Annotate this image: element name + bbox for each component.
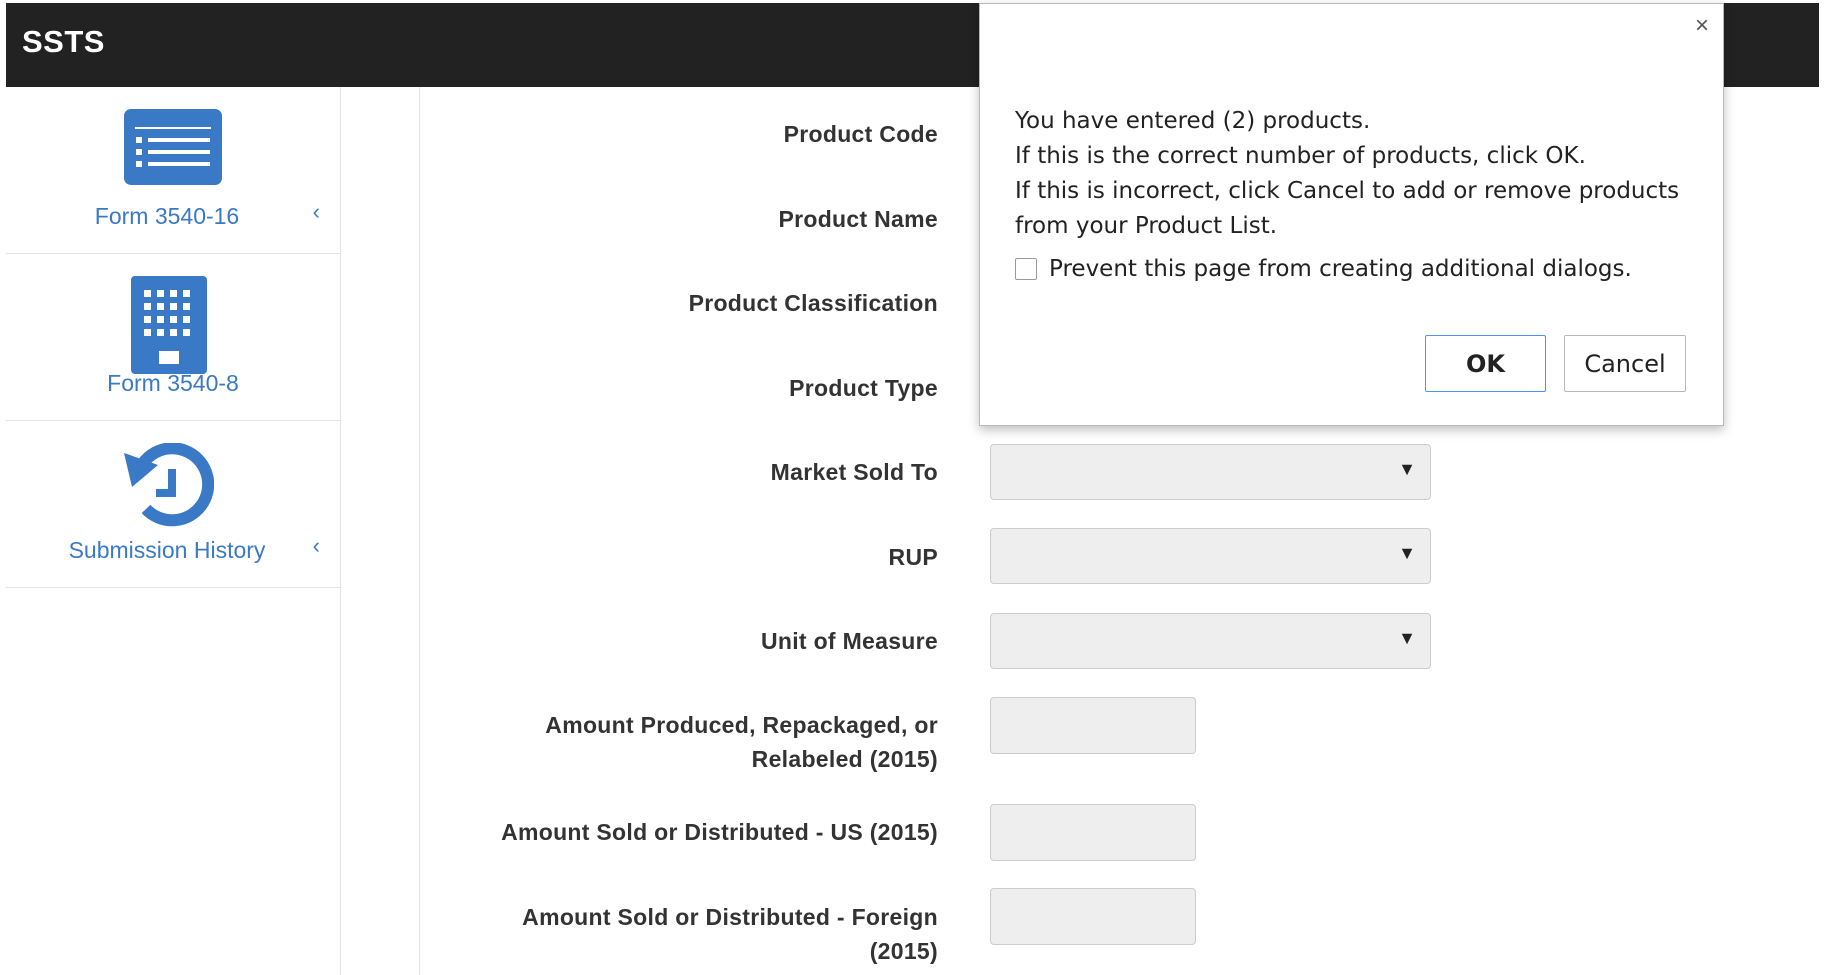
sidebar-item-form-3540-8[interactable]: Form 3540-8 [6, 254, 340, 421]
label-line: (2015) [869, 938, 938, 964]
confirm-dialog: × You have entered (2) products. If this… [979, 3, 1724, 426]
label-rup: RUP [888, 544, 938, 570]
amount-produced-input[interactable] [990, 697, 1196, 754]
dialog-message-line: from your Product List. [1015, 213, 1278, 239]
history-icon [124, 442, 215, 534]
dialog-message-line: If this is incorrect, click Cancel to ad… [1015, 178, 1680, 204]
sidebar-item-label: Form 3540-16 [94, 203, 240, 229]
label-product-classification: Product Classification [688, 290, 938, 316]
label-line: Amount Produced, Repackaged, or [545, 712, 938, 738]
ok-button[interactable]: OK [1425, 335, 1546, 392]
prevent-dialogs-label[interactable]: Prevent this page from creating addition… [1049, 256, 1632, 282]
label-product-code: Product Code [783, 121, 938, 147]
close-icon[interactable]: × [1695, 12, 1709, 40]
sidebar-item-label: Form 3540-8 [107, 370, 239, 396]
label-amount-sold-foreign: Amount Sold or Distributed - Foreign (20… [522, 900, 938, 968]
label-amount-sold-us: Amount Sold or Distributed - US (2015) [501, 819, 938, 845]
amount-sold-foreign-input[interactable] [990, 888, 1196, 945]
dialog-message: You have entered (2) products. If this i… [1015, 104, 1679, 244]
sidebar: Form 3540-16 ‹ Form 3540-8 Submission Hi… [6, 87, 341, 975]
chevron-left-icon[interactable]: ‹ [313, 533, 320, 559]
label-product-type: Product Type [789, 375, 938, 401]
prevent-dialogs-checkbox[interactable] [1015, 258, 1037, 280]
cancel-button[interactable]: Cancel [1564, 335, 1686, 392]
dialog-message-line: You have entered (2) products. [1015, 108, 1371, 134]
caret-down-icon: ▼ [1398, 628, 1416, 648]
sidebar-item-submission-history[interactable]: Submission History ‹ [6, 421, 340, 588]
chevron-left-icon[interactable]: ‹ [313, 199, 320, 225]
page: SSTS Form 3540-16 ‹ Form 3540-8 Submissi… [0, 0, 1825, 975]
label-market-sold-to: Market Sold To [770, 459, 938, 485]
dialog-message-line: If this is the correct number of product… [1015, 143, 1586, 169]
prevent-dialogs-row: Prevent this page from creating addition… [1015, 256, 1632, 282]
unit-of-measure-select[interactable]: ▼ [990, 613, 1431, 669]
building-icon [131, 276, 207, 379]
caret-down-icon: ▼ [1398, 543, 1416, 563]
label-line: Amount Sold or Distributed - Foreign [522, 904, 938, 930]
market-sold-to-select[interactable]: ▼ [990, 444, 1431, 500]
caret-down-icon: ▼ [1398, 459, 1416, 479]
label-line: Relabeled (2015) [751, 746, 938, 772]
sidebar-item-label: Submission History [68, 537, 266, 563]
list-icon [124, 109, 222, 190]
label-amount-produced: Amount Produced, Repackaged, or Relabele… [545, 708, 938, 776]
app-title[interactable]: SSTS [22, 24, 105, 60]
content-divider [419, 87, 420, 975]
rup-select[interactable]: ▼ [990, 528, 1431, 584]
amount-sold-us-input[interactable] [990, 804, 1196, 861]
sidebar-item-form-3540-16[interactable]: Form 3540-16 ‹ [6, 87, 340, 254]
label-product-name: Product Name [778, 206, 938, 232]
label-unit-of-measure: Unit of Measure [760, 628, 938, 654]
